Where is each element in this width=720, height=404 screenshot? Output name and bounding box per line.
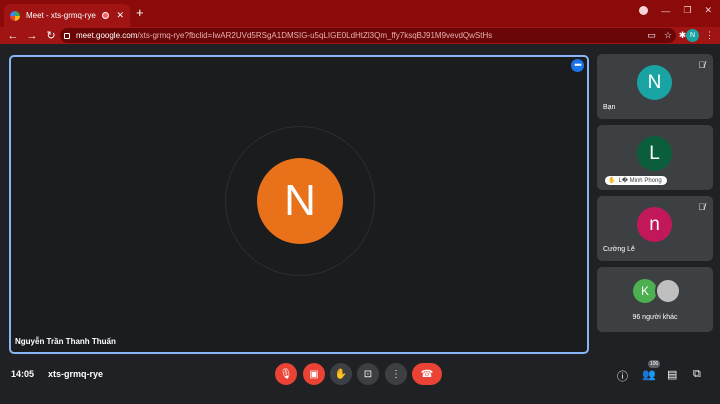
window-controls: — ❐ ✕	[639, 5, 712, 16]
browser-tabbar: Meet - xts-grmq-rye ✕ + — ❐ ✕	[0, 0, 720, 27]
avatar: N	[637, 65, 672, 100]
present-screen-button[interactable]: ⊡	[357, 363, 379, 385]
participant-name: L� Minh Phong	[618, 178, 662, 184]
tab-title: Meet - xts-grmq-rye	[26, 11, 96, 20]
mic-off-icon: 🎙̸	[698, 202, 705, 212]
url-path: /xts-grmq-rye?fbclid=IwAR2UVd5RSgA1DMSIG…	[137, 31, 493, 40]
photo-avatar	[655, 278, 681, 304]
camera-toggle-button[interactable]: ▣	[303, 363, 325, 385]
more-options-button[interactable]: ⋮	[385, 363, 407, 385]
bookmark-star-icon[interactable]: ☆	[664, 30, 672, 41]
record-extension-icon[interactable]	[639, 6, 649, 15]
avatar: L	[637, 136, 672, 171]
profile-avatar[interactable]: N	[686, 29, 699, 42]
hand-icon: ✋	[334, 368, 348, 380]
new-tab-button[interactable]: +	[136, 6, 144, 19]
phone-hangup-icon: ☎	[420, 368, 434, 380]
participant-name: Bạn	[603, 104, 616, 111]
meeting-code: xts-grmq-rye	[48, 369, 104, 379]
meet-favicon-icon	[10, 10, 20, 21]
participant-tile-others[interactable]: K 96 người khác	[597, 267, 713, 332]
participant-tile-l[interactable]: L ✋ L� Minh Phong	[597, 125, 713, 190]
avatar: K	[633, 279, 657, 303]
chat-icon[interactable]: ▤	[667, 368, 677, 381]
present-icon: ⊡	[363, 368, 373, 380]
url-host: meet.google.com	[76, 31, 138, 40]
people-icon[interactable]: 👥	[642, 368, 656, 381]
minimize-icon[interactable]: —	[661, 6, 670, 16]
camera-off-icon: ▣	[309, 368, 319, 380]
browser-menu-icon[interactable]: ⋮	[703, 29, 716, 42]
activities-icon[interactable]: ⧉	[693, 368, 701, 381]
main-speaker-name: Nguyễn Trần Thanh Thuấn	[15, 337, 116, 346]
others-count-label: 96 người khác	[632, 314, 678, 321]
meeting-info-icon[interactable]: ⓘ	[617, 368, 628, 384]
url-bar[interactable]: meet.google.com /xts-grmq-rye?fbclid=IwA…	[60, 28, 676, 43]
close-window-icon[interactable]: ✕	[704, 5, 712, 16]
main-speaker-tile[interactable]: N Nguyễn Trần Thanh Thuấn •••	[9, 55, 589, 354]
more-options-icon[interactable]: •••	[571, 59, 584, 72]
raised-hand-icon: ✋	[608, 178, 616, 184]
people-count-badge: 100	[648, 360, 661, 368]
main-speaker-avatar: N	[257, 158, 343, 244]
recording-indicator-icon	[102, 12, 110, 19]
clock-time: 14:05	[11, 369, 35, 379]
participant-tile-you[interactable]: N 🎙̸ Bạn	[597, 54, 713, 119]
participant-name: Cường Lê	[603, 246, 635, 253]
lock-icon	[64, 32, 70, 39]
address-bar-row: ← → ↻ meet.google.com /xts-grmq-rye?fbcl…	[0, 27, 720, 44]
restore-icon[interactable]: ❐	[683, 5, 691, 16]
mic-toggle-button[interactable]: 🎙	[275, 363, 297, 385]
camera-permission-icon[interactable]: ▭	[647, 30, 656, 41]
more-vert-icon: ⋮	[391, 368, 401, 380]
raised-hand-badge: ✋ L� Minh Phong	[605, 176, 667, 185]
back-arrow-icon[interactable]: ←	[7, 30, 19, 42]
forward-arrow-icon[interactable]: →	[26, 30, 38, 42]
reload-icon[interactable]: ↻	[45, 29, 57, 42]
tab-close-icon[interactable]: ✕	[116, 10, 124, 21]
mic-off-icon: 🎙̸	[698, 60, 705, 70]
end-call-button[interactable]: ☎	[412, 363, 442, 385]
browser-tab[interactable]: Meet - xts-grmq-rye ✕	[4, 4, 130, 27]
participant-tile-cuong[interactable]: n 🎙̸ Cường Lê	[597, 196, 713, 261]
raise-hand-button[interactable]: ✋	[330, 363, 352, 385]
avatar: n	[637, 207, 672, 242]
mic-off-icon: 🎙	[279, 368, 293, 380]
